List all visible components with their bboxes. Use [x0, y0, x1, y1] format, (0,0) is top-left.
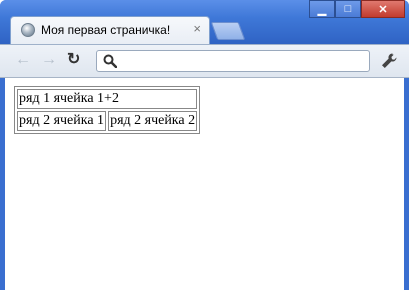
- wrench-icon[interactable]: [380, 52, 398, 70]
- address-bar[interactable]: [96, 50, 370, 72]
- reload-button[interactable]: ↻: [67, 51, 80, 69]
- tab-active[interactable]: Моя первая страничка! ×: [10, 16, 210, 44]
- new-tab-button[interactable]: [210, 22, 246, 40]
- globe-icon: [21, 23, 35, 37]
- tab-close-icon[interactable]: ×: [193, 21, 201, 36]
- tab-title: Моя первая страничка!: [41, 23, 171, 37]
- maximize-button[interactable]: □: [335, 0, 361, 18]
- minimize-icon: ▁: [317, 3, 327, 16]
- window-border-right: [404, 78, 409, 290]
- minimize-button[interactable]: ▁: [309, 0, 335, 18]
- browser-toolbar: ← → ↻: [0, 44, 409, 78]
- table-cell: ряд 1 ячейка 1+2: [17, 89, 198, 109]
- page-content: ряд 1 ячейка 1+2 ряд 2 ячейка 1 ряд 2 яч…: [5, 78, 404, 290]
- table-cell: ряд 2 ячейка 2: [108, 111, 198, 131]
- table-row: ряд 1 ячейка 1+2: [17, 89, 198, 109]
- content-table: ряд 1 ячейка 1+2 ряд 2 ячейка 1 ряд 2 яч…: [14, 86, 201, 134]
- forward-button[interactable]: →: [41, 51, 57, 69]
- table-cell: ряд 2 ячейка 1: [17, 111, 107, 131]
- close-icon: ✕: [378, 3, 388, 16]
- maximize-icon: □: [344, 3, 352, 15]
- title-bar: Моя первая страничка! × ▁ □ ✕: [0, 0, 409, 44]
- close-window-button[interactable]: ✕: [361, 0, 405, 18]
- back-button[interactable]: ←: [15, 51, 31, 69]
- browser-window: Моя первая страничка! × ▁ □ ✕ ← → ↻ ряд …: [0, 0, 409, 290]
- table-row: ряд 2 ячейка 1 ряд 2 ячейка 2: [17, 111, 198, 131]
- search-icon: [103, 54, 117, 68]
